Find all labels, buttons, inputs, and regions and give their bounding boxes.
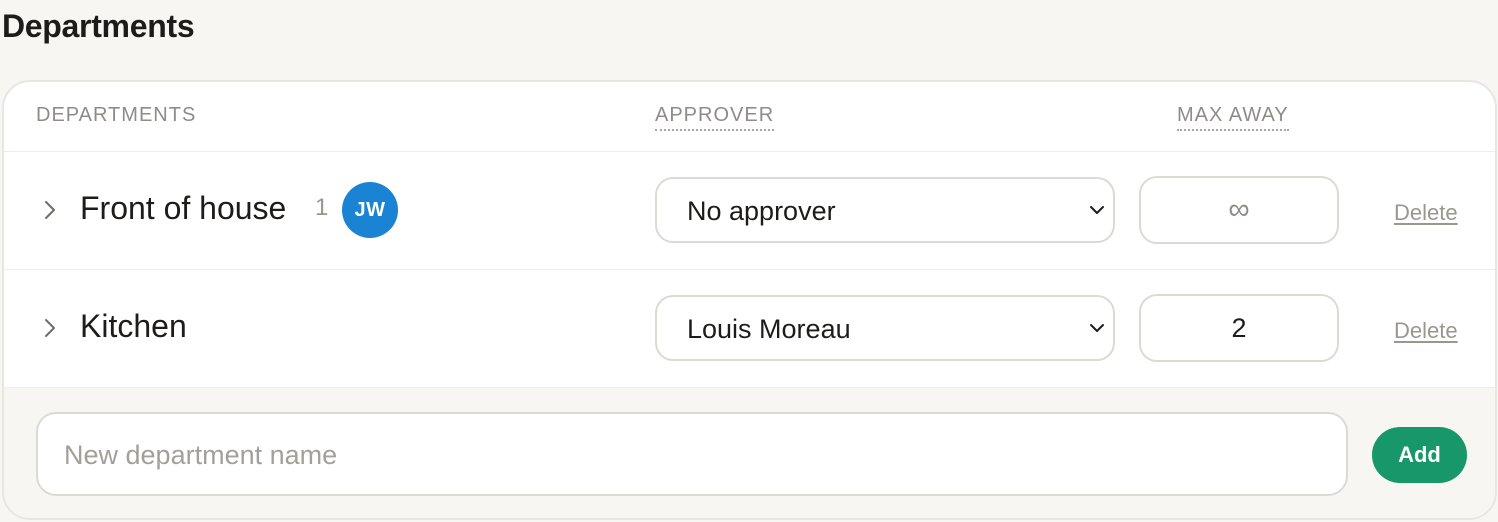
department-name[interactable]: Kitchen: [80, 308, 187, 345]
add-button[interactable]: Add: [1372, 427, 1467, 483]
avatar[interactable]: JW: [342, 182, 398, 238]
chevron-down-icon: [1090, 206, 1104, 214]
table-row: Front of house 1 JW No approver ∞ Delete: [4, 152, 1495, 270]
chevron-right-icon[interactable]: [40, 196, 60, 224]
new-department-placeholder: New department name: [64, 440, 338, 470]
chevron-right-icon[interactable]: [40, 314, 60, 342]
max-away-input[interactable]: 2: [1139, 294, 1339, 362]
header-departments: DEPARTMENTS: [36, 104, 197, 126]
approver-select[interactable]: Louis Moreau: [655, 295, 1115, 361]
max-away-input[interactable]: ∞: [1139, 176, 1339, 244]
chevron-down-icon: [1090, 324, 1104, 332]
departments-card: DEPARTMENTS APPROVER MAX AWAY Front of h…: [2, 80, 1497, 520]
approver-select-value: Louis Moreau: [687, 314, 851, 344]
table-header: DEPARTMENTS APPROVER MAX AWAY: [4, 82, 1495, 152]
approver-select[interactable]: No approver: [655, 177, 1115, 243]
header-max-away[interactable]: MAX AWAY: [1177, 104, 1289, 131]
table-row: Kitchen Louis Moreau 2 Delete: [4, 270, 1495, 388]
member-count: 1: [315, 194, 329, 221]
header-approver[interactable]: APPROVER: [655, 104, 775, 131]
page-title: Departments: [2, 8, 195, 44]
approver-select-value: No approver: [687, 196, 836, 226]
add-department-row: New department name Add: [4, 388, 1495, 518]
new-department-input[interactable]: New department name: [36, 412, 1348, 496]
delete-link[interactable]: Delete: [1394, 318, 1458, 344]
delete-link[interactable]: Delete: [1394, 200, 1458, 226]
department-name[interactable]: Front of house: [80, 190, 286, 227]
